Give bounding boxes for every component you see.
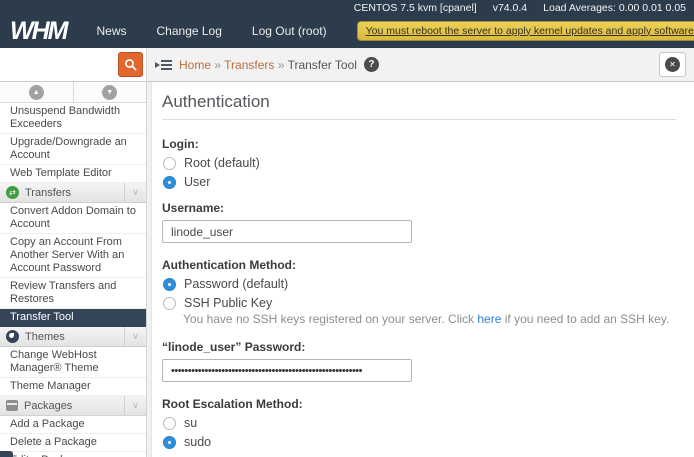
radio-unchecked-icon[interactable] [163, 297, 176, 310]
auth-method-label: Authentication Method: [162, 258, 676, 272]
sidebar-search [0, 48, 147, 82]
nav-change-log[interactable]: Change Log [157, 24, 222, 38]
ssh-note-here-link[interactable]: here [477, 312, 501, 326]
sidebar-item-convert-addon-domain[interactable]: Convert Addon Domain to Account [0, 203, 146, 234]
sidebar-item-add-a-package[interactable]: Add a Package [0, 416, 146, 434]
nav-news[interactable]: News [96, 24, 126, 38]
breadcrumb-separator: » [214, 58, 221, 72]
whm-window: CENTOS 7.5 kvm [cpanel] v74.0.4 Load Ave… [0, 0, 694, 457]
sidebar-item-copy-account-password[interactable]: Copy an Account From Another Server With… [0, 234, 146, 278]
close-icon: ✕ [665, 57, 680, 72]
radio-checked-icon[interactable] [163, 278, 176, 291]
scroll-down-button[interactable]: ▼ [73, 82, 147, 102]
breadcrumb-bar: Home » Transfers » Transfer Tool ? ✕ [147, 48, 694, 82]
escalation-option-su[interactable]: su [163, 416, 676, 430]
radio-option-label: User [184, 175, 210, 189]
radio-unchecked-icon[interactable] [163, 157, 176, 170]
nav-log-out[interactable]: Log Out (root) [252, 24, 327, 38]
auth-method-option-ssh[interactable]: SSH Public Key [163, 296, 676, 310]
sidebar-item-transfer-tool[interactable]: Transfer Tool [0, 309, 146, 327]
breadcrumb-separator: » [278, 58, 285, 72]
root-escalation-label: Root Escalation Method: [162, 397, 676, 411]
sidebar-section-themes[interactable]: Themes ∨ [0, 327, 146, 347]
reboot-alert-link[interactable]: You must reboot the server to apply kern… [357, 21, 694, 41]
ssh-note-text: if you need to add an SSH key. [501, 312, 669, 326]
breadcrumb-current-page: Transfer Tool [288, 58, 357, 72]
system-info: CENTOS 7.5 kvm [cpanel] v74.0.4 Load Ave… [0, 0, 694, 14]
sidebar-item-edit-a-package[interactable]: Edit a Package [0, 452, 146, 457]
sidebar-item-unsuspend-bandwidth-exceeders[interactable]: Unsuspend Bandwidth Exceeders [0, 103, 146, 134]
scroll-down-icon: ▼ [102, 85, 117, 100]
radio-option-label: sudo [184, 435, 211, 449]
login-option-root[interactable]: Root (default) [163, 156, 676, 170]
sidebar-item-upgrade-downgrade-account[interactable]: Upgrade/Downgrade an Account [0, 134, 146, 165]
radio-unchecked-icon[interactable] [163, 417, 176, 430]
password-label: “linode_user” Password: [162, 340, 676, 354]
radio-option-label: SSH Public Key [184, 296, 272, 310]
ssh-key-note: You have no SSH keys registered on your … [183, 312, 676, 326]
password-field[interactable] [162, 359, 412, 382]
server-name: CENTOS 7.5 kvm [cpanel] [354, 2, 477, 14]
load-averages: Load Averages: 0.00 0.01 0.05 [543, 2, 686, 14]
sidebar-clipped-item [0, 451, 13, 457]
sidebar-section-label: Transfers [25, 187, 71, 199]
sidebar-item-review-transfers-restores[interactable]: Review Transfers and Restores [0, 278, 146, 309]
whm-version: v74.0.4 [493, 2, 527, 14]
chevron-down-icon[interactable]: ∨ [124, 183, 146, 202]
toolbar-row: Home » Transfers » Transfer Tool ? ✕ [0, 48, 694, 82]
sidebar-item-web-template-editor[interactable]: Web Template Editor [0, 165, 146, 183]
login-label: Login: [162, 137, 676, 151]
escalation-option-sudo[interactable]: sudo [163, 435, 676, 449]
sidebar-item-theme-manager[interactable]: Theme Manager [0, 378, 146, 396]
breadcrumb: Home » Transfers » Transfer Tool [179, 58, 357, 72]
help-icon[interactable]: ? [364, 57, 379, 72]
ssh-note-text: You have no SSH keys registered on your … [183, 312, 477, 326]
transfers-icon: ⇄ [6, 186, 19, 199]
chevron-down-icon[interactable]: ∨ [124, 396, 146, 415]
scroll-up-button[interactable]: ▲ [0, 82, 73, 102]
packages-icon [6, 400, 18, 411]
sidebar-scroll-controls: ▲ ▼ [0, 82, 146, 103]
search-icon [124, 58, 137, 71]
breadcrumb-home[interactable]: Home [179, 58, 211, 72]
sidebar-section-packages[interactable]: Packages ∨ [0, 396, 146, 416]
radio-option-label: Password (default) [184, 277, 288, 291]
scroll-up-icon: ▲ [29, 85, 44, 100]
authentication-heading: Authentication [162, 92, 676, 120]
sidebar-item-delete-a-package[interactable]: Delete a Package [0, 434, 146, 452]
header-nav-row: WHM News Change Log Log Out (root) You m… [0, 14, 694, 47]
collapse-sidebar-icon[interactable] [155, 59, 172, 71]
header: CENTOS 7.5 kvm [cpanel] v74.0.4 Load Ave… [0, 0, 694, 48]
username-label: Username: [162, 201, 676, 215]
sidebar-section-label: Packages [24, 400, 72, 412]
whm-logo[interactable]: WHM [10, 16, 66, 46]
radio-checked-icon[interactable] [163, 176, 176, 189]
auth-method-option-password[interactable]: Password (default) [163, 277, 676, 291]
transfer-tool-content: Authentication Login: Root (default) Use… [152, 82, 694, 457]
radio-option-label: Root (default) [184, 156, 260, 170]
login-option-user[interactable]: User [163, 175, 676, 189]
sidebar-item-change-whm-theme[interactable]: Change WebHost Manager® Theme [0, 347, 146, 378]
themes-icon [6, 330, 19, 343]
sidebar-nav: ▲ ▼ Unsuspend Bandwidth Exceeders Upgrad… [0, 82, 147, 457]
sidebar-section-transfers[interactable]: ⇄ Transfers ∨ [0, 183, 146, 203]
breadcrumb-transfers[interactable]: Transfers [224, 58, 274, 72]
radio-option-label: su [184, 416, 197, 430]
username-field[interactable] [162, 220, 412, 243]
close-panel-button[interactable]: ✕ [659, 52, 686, 77]
chevron-down-icon[interactable]: ∨ [124, 327, 146, 346]
radio-checked-icon[interactable] [163, 436, 176, 449]
sidebar-section-label: Themes [25, 331, 65, 343]
body: ▲ ▼ Unsuspend Bandwidth Exceeders Upgrad… [0, 82, 694, 457]
search-button[interactable] [118, 52, 143, 77]
